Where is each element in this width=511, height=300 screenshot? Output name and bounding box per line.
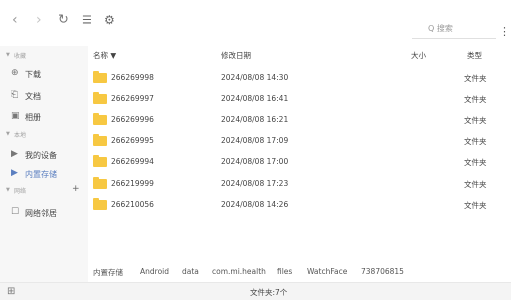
file-modified: 2024/08/08 17:23 xyxy=(221,179,289,188)
sidebar-item-my-device[interactable]: ▶ 我的设备 xyxy=(0,145,88,163)
file-modified: 2024/08/08 17:00 xyxy=(221,157,289,166)
sidebar-toggle-icon[interactable]: ⊞ xyxy=(7,286,15,297)
table-row[interactable]: 266219999 2024/08/08 17:23 文件夹 xyxy=(88,172,498,193)
folder-icon xyxy=(93,198,107,210)
breadcrumb: 内置存储 Android data com.mi.health files Wa… xyxy=(88,265,511,278)
search-box[interactable] xyxy=(412,22,496,39)
column-header: 名称 ▼ 修改日期 大小 类型 xyxy=(88,46,511,62)
sidebar-item-album[interactable]: ▣ 相册 xyxy=(0,107,88,125)
folder-icon xyxy=(93,134,107,146)
file-name: 266269998 xyxy=(111,73,154,82)
file-type: 文件夹 xyxy=(464,74,487,83)
caret-right-icon: ▶ xyxy=(11,168,18,178)
list-view-icon[interactable]: ☰ xyxy=(82,15,92,26)
chevron-down-icon[interactable]: ▼ xyxy=(6,187,10,193)
breadcrumb-item[interactable]: com.mi.health xyxy=(212,267,266,276)
chevron-right-icon[interactable]: › xyxy=(36,13,42,27)
sidebar-item-label: 我的设备 xyxy=(25,151,57,160)
sidebar-item-internal-storage[interactable]: ▶ 内置存储 xyxy=(0,164,88,182)
section-favorites-label: 收藏 xyxy=(14,53,27,60)
sidebar: ▼ 收藏 ⊕ 下载 ⎗ 文档 ▣ 相册 ▼ 本地 ▶ 我的设备 ▶ 内置存储 ▼… xyxy=(0,46,88,282)
file-name: 266210056 xyxy=(111,200,154,209)
refresh-icon[interactable]: ↻ xyxy=(58,14,69,27)
file-type: 文件夹 xyxy=(464,180,487,189)
file-type: 文件夹 xyxy=(464,116,487,125)
file-name: 266269995 xyxy=(111,136,154,145)
toolbar: ‹ › ↻ ☰ ⚙ ⋮ xyxy=(0,0,511,40)
table-row[interactable]: 266269998 2024/08/08 14:30 文件夹 xyxy=(88,66,498,87)
status-bar: ⊞ 文件夹:7个 xyxy=(0,282,511,300)
file-modified: 2024/08/08 14:26 xyxy=(221,200,289,209)
table-row[interactable]: 266269996 2024/08/08 16:21 文件夹 xyxy=(88,108,498,129)
file-modified: 2024/08/08 16:21 xyxy=(221,115,289,124)
chevron-down-icon[interactable]: ▼ xyxy=(6,131,10,137)
column-name-header[interactable]: 名称 ▼ xyxy=(93,50,116,61)
breadcrumb-item[interactable]: files xyxy=(277,267,292,276)
table-row[interactable]: 266269995 2024/08/08 17:09 文件夹 xyxy=(88,129,498,150)
folder-icon xyxy=(93,71,107,83)
sidebar-item-network-neighborhood[interactable]: ☐ 网络邻居 xyxy=(0,203,88,221)
sidebar-item-label: 内置存储 xyxy=(25,170,57,179)
network-icon: ☐ xyxy=(11,207,20,217)
sidebar-item-label: 相册 xyxy=(25,113,41,122)
gear-icon[interactable]: ⚙ xyxy=(104,14,115,26)
sidebar-item-downloads[interactable]: ⊕ 下载 xyxy=(0,64,88,82)
image-icon: ▣ xyxy=(11,111,20,121)
download-icon: ⊕ xyxy=(11,68,19,78)
file-modified: 2024/08/08 14:30 xyxy=(221,73,289,82)
file-type: 文件夹 xyxy=(464,201,487,210)
file-type: 文件夹 xyxy=(464,137,487,146)
chevron-down-icon[interactable]: ▼ xyxy=(6,52,10,58)
breadcrumb-item[interactable]: 内置存储 xyxy=(93,267,123,278)
file-name: 266219999 xyxy=(111,179,154,188)
folder-icon xyxy=(93,155,107,167)
sidebar-item-label: 文档 xyxy=(25,92,41,101)
file-name: 266269994 xyxy=(111,157,154,166)
breadcrumb-item[interactable]: data xyxy=(182,267,199,276)
table-row[interactable]: 266269994 2024/08/08 17:00 文件夹 xyxy=(88,150,498,171)
section-local-label: 本地 xyxy=(14,132,27,139)
column-modified-header[interactable]: 修改日期 xyxy=(221,50,251,61)
file-modified: 2024/08/08 16:41 xyxy=(221,94,289,103)
folder-icon xyxy=(93,113,107,125)
file-name: 266269997 xyxy=(111,94,154,103)
caret-right-icon: ▶ xyxy=(11,149,18,159)
file-modified: 2024/08/08 17:09 xyxy=(221,136,289,145)
sidebar-item-label: 下载 xyxy=(25,70,41,79)
table-row[interactable]: 266269997 2024/08/08 16:41 文件夹 xyxy=(88,87,498,108)
breadcrumb-item[interactable]: WatchFace xyxy=(307,267,347,276)
folder-icon xyxy=(93,177,107,189)
file-type: 文件夹 xyxy=(464,158,487,167)
breadcrumb-item[interactable]: 738706815 xyxy=(361,267,404,276)
column-type-header[interactable]: 类型 xyxy=(467,50,482,61)
more-vertical-icon[interactable]: ⋮ xyxy=(499,25,510,38)
status-text: 文件夹:7个 xyxy=(250,288,288,297)
breadcrumb-item[interactable]: Android xyxy=(140,267,169,276)
chevron-left-icon[interactable]: ‹ xyxy=(12,13,18,27)
sidebar-item-label: 网络邻居 xyxy=(25,209,57,218)
table-row[interactable]: 266210056 2024/08/08 14:26 文件夹 xyxy=(88,193,498,214)
search-input[interactable] xyxy=(428,24,488,33)
column-size-header[interactable]: 大小 xyxy=(411,50,426,61)
document-icon: ⎗ xyxy=(11,90,19,100)
sidebar-item-documents[interactable]: ⎗ 文档 xyxy=(0,86,88,104)
section-network-label: 网络 xyxy=(14,188,27,195)
add-network-button[interactable]: + xyxy=(72,184,80,194)
file-type: 文件夹 xyxy=(464,95,487,104)
file-name: 266269996 xyxy=(111,115,154,124)
folder-icon xyxy=(93,92,107,104)
